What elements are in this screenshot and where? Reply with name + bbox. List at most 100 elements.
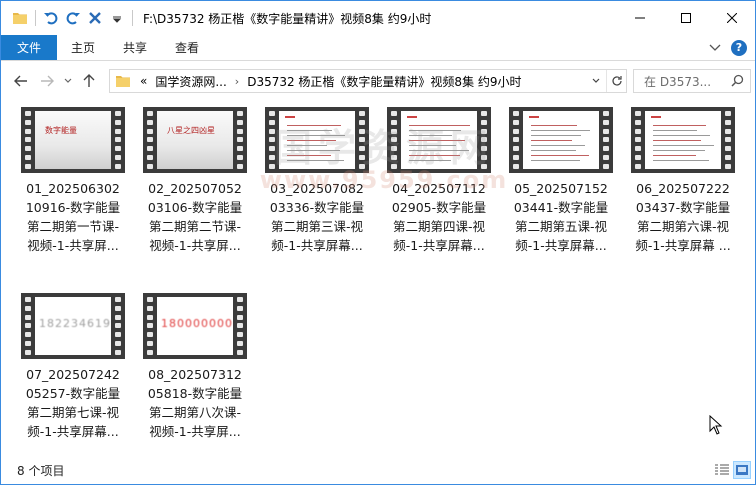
help-icon[interactable]: ? <box>731 39 747 56</box>
thumbnail-text-line <box>653 135 710 136</box>
search-input[interactable]: 在 D3573... <box>633 69 751 93</box>
file-name-line: 05257-数字能量 <box>25 386 121 401</box>
thumbnail-text-line <box>409 125 470 126</box>
thumbnail-text-line <box>287 155 331 156</box>
thumbnail-number: 18223461995 <box>39 317 111 330</box>
undo-icon[interactable] <box>40 7 62 29</box>
file-item[interactable]: 06_202507222 03437-数字能量 第二期第六课-视 频-1-共享屏幕 .… <box>631 101 735 255</box>
file-name-line: 05_202507152 <box>514 181 608 196</box>
thumbnail-number: 18000000007 <box>161 317 233 330</box>
file-name-line: 03441-数字能量 <box>513 200 609 215</box>
video-thumbnail[interactable] <box>387 107 491 173</box>
file-name-line: 视频-1-共享屏... <box>149 238 241 253</box>
video-thumbnail[interactable] <box>509 107 613 173</box>
thumbnail-text-line <box>653 125 706 126</box>
file-name-line: 04_202507112 <box>392 181 486 196</box>
file-name-line: 第二期第七课-视 <box>26 405 119 420</box>
thumbnail-text-line <box>653 145 714 146</box>
file-name-line: 01_202506302 <box>26 181 120 196</box>
navigation-bar: « 国学资源网... › D35732 杨正楷《数字能量精讲》视频8集 约9小时… <box>1 65 755 97</box>
file-name-line: 02905-数字能量 <box>391 200 487 215</box>
file-name-line: 第二期第四课-视 <box>392 219 485 234</box>
video-thumbnail[interactable] <box>265 107 369 173</box>
file-name-line: 07_202507242 <box>26 367 120 382</box>
thumbnail-heading-mark <box>651 116 661 118</box>
thumbnail-frame <box>645 111 721 169</box>
file-name-line: 视频-1-共享屏... <box>149 424 241 439</box>
file-item[interactable]: 04_202507112 02905-数字能量 第二期第四课-视 频-1-共享屏幕..… <box>387 101 491 255</box>
film-perforation <box>602 111 610 169</box>
tab-file[interactable]: 文件 <box>1 35 58 60</box>
file-name: 05_202507152 03441-数字能量 第二期第五课-视 频-1-共享屏幕..… <box>509 179 613 255</box>
divider <box>132 10 133 26</box>
thumbnail-text-line <box>531 130 590 131</box>
search-icon <box>731 74 744 90</box>
file-item[interactable]: 八星之四凶星 02_202507052 03106-数字能量 第二期第二节课- 视频-1… <box>143 101 247 255</box>
video-thumbnail[interactable]: 数字能量 <box>21 107 125 173</box>
details-view-icon[interactable] <box>713 461 731 479</box>
status-bar: 8 个项目 <box>1 457 755 484</box>
address-bar[interactable]: « 国学资源网... › D35732 杨正楷《数字能量精讲》视频8集 约9小时 <box>109 69 627 93</box>
tab-view[interactable]: 查看 <box>161 35 213 60</box>
thumbnail-text-line <box>287 130 332 131</box>
file-name: 08_202507312 05818-数字能量 第二期第八次课- 视频-1-共享屏..… <box>143 365 247 441</box>
film-perforation <box>114 111 122 169</box>
file-item[interactable]: 05_202507152 03441-数字能量 第二期第五课-视 频-1-共享屏幕..… <box>509 101 613 255</box>
thumbnail-frame: 数字能量 <box>35 111 111 169</box>
film-perforation <box>24 111 32 169</box>
film-perforation <box>512 111 520 169</box>
tab-home[interactable]: 主页 <box>57 35 109 60</box>
breadcrumb-current[interactable]: D35732 杨正楷《数字能量精讲》视频8集 约9小时 <box>247 73 521 90</box>
video-thumbnail[interactable]: 18223461995 <box>21 293 125 359</box>
back-arrow-icon[interactable] <box>9 69 33 93</box>
thumbnail-text-line <box>653 160 709 161</box>
thumbnail-text-line <box>409 130 461 131</box>
film-perforation <box>114 297 122 355</box>
recent-locations-chevron-icon[interactable] <box>61 69 75 93</box>
customize-toolbar-chevron-icon[interactable] <box>106 7 128 29</box>
refresh-icon[interactable] <box>606 70 626 92</box>
quick-access-toolbar <box>1 1 137 35</box>
video-thumbnail[interactable] <box>631 107 735 173</box>
file-name-line: 06_202507222 <box>636 181 730 196</box>
film-perforation <box>146 297 154 355</box>
thumbnail-text-line <box>653 140 701 141</box>
video-thumbnail[interactable]: 18000000007 <box>143 293 247 359</box>
ribbon-tabs: 文件 主页 共享 查看 ? <box>1 35 755 61</box>
expand-ribbon-chevron-icon[interactable] <box>709 41 721 55</box>
large-icons-view-icon[interactable] <box>733 461 751 479</box>
delete-icon[interactable] <box>84 7 106 29</box>
file-name-line: 05818-数字能量 <box>147 386 243 401</box>
film-perforation <box>268 111 276 169</box>
thumbnail-heading-mark <box>285 116 295 118</box>
thumbnail-frame <box>401 111 477 169</box>
file-name-line: 第二期第一节课- <box>26 219 119 234</box>
search-placeholder: 在 D3573... <box>644 74 712 89</box>
folder-icon <box>112 70 134 92</box>
close-button[interactable] <box>709 1 755 35</box>
breadcrumb-parent[interactable]: 国学资源网... <box>155 73 226 90</box>
breadcrumb-chevron-icon[interactable]: › <box>235 75 239 88</box>
maximize-button[interactable] <box>663 1 709 35</box>
thumbnail-text-line <box>531 155 589 156</box>
file-item[interactable]: 18000000007 08_202507312 05818-数字能量第二期第八次课… <box>143 287 247 441</box>
file-name-line: 频-1-共享屏幕... <box>393 238 485 253</box>
thumbnail-text-line <box>287 135 345 136</box>
address-dropdown-chevron-icon[interactable] <box>588 70 604 92</box>
file-name-line: 第二期第五课-视 <box>514 219 607 234</box>
file-item[interactable]: 03_202507082 03336-数字能量 第二期第三课-视 频-1-共享屏幕..… <box>265 101 369 255</box>
video-thumbnail[interactable]: 八星之四凶星 <box>143 107 247 173</box>
up-arrow-icon[interactable] <box>77 69 101 93</box>
thumbnail-frame <box>279 111 355 169</box>
thumbnail-text-line <box>409 135 452 136</box>
minimize-button[interactable] <box>617 1 663 35</box>
redo-icon[interactable] <box>62 7 84 29</box>
file-item[interactable]: 数字能量 01_202506302 10916-数字能量 第二期第一节课- 视频-1-共… <box>21 101 125 255</box>
thumbnail-text-line <box>287 160 344 161</box>
thumbnail-text-line <box>287 140 336 141</box>
breadcrumb-overflow[interactable]: « <box>140 74 147 88</box>
thumbnail-heading-mark <box>529 116 539 118</box>
tab-share[interactable]: 共享 <box>109 35 161 60</box>
forward-arrow-icon[interactable] <box>35 69 59 93</box>
file-item[interactable]: 18223461995 07_202507242 05257-数字能量第二期第七课-… <box>21 287 125 441</box>
